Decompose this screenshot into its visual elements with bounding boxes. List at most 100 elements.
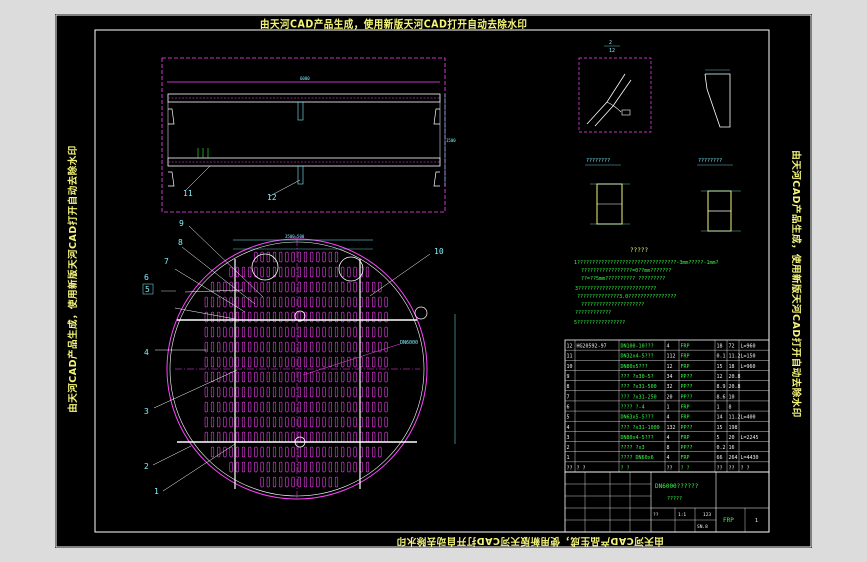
distributor-slot bbox=[260, 386, 264, 398]
table-cell-w2: 72 bbox=[729, 344, 735, 350]
distributor-slot bbox=[365, 281, 370, 293]
table-cell-w2: 8 bbox=[729, 404, 732, 410]
distributor-slot bbox=[372, 446, 376, 458]
distributor-slot bbox=[285, 266, 289, 278]
table-cell-w1: 66 bbox=[717, 455, 723, 461]
distributor-slot bbox=[248, 401, 252, 413]
distributor-slot bbox=[217, 296, 221, 308]
distributor-slot bbox=[217, 386, 221, 398]
distributor-slot bbox=[291, 341, 295, 353]
leader-11 bbox=[185, 165, 211, 191]
distributor-slot bbox=[372, 371, 376, 383]
distributor-slot bbox=[248, 461, 252, 473]
table-cell-no: 4 bbox=[567, 425, 570, 431]
distributor-slot bbox=[272, 476, 277, 488]
distributor-slot bbox=[241, 431, 246, 443]
distributor-slot bbox=[334, 431, 339, 443]
table-cell-no: 3 bbox=[567, 435, 570, 441]
distributor-slot bbox=[341, 401, 345, 413]
distributor-slot bbox=[248, 386, 252, 398]
watermark-right: 由天河CAD产品生成，使用新版天河CAD打开自动去除水印 bbox=[790, 150, 801, 418]
distributor-slot bbox=[248, 371, 252, 383]
sheet-number: 1 bbox=[755, 518, 758, 524]
distributor-slot bbox=[217, 401, 221, 413]
distributor-slot bbox=[254, 341, 258, 353]
plan-view: 3500=500 DN6000 9 8 7 6 5 4 3 2 1 10 bbox=[142, 219, 456, 500]
table-cell-qty: 32 bbox=[667, 384, 673, 390]
distributor-slot bbox=[353, 401, 357, 413]
distributor-slot bbox=[229, 371, 233, 383]
table-cell-name: ??? ?x31-250 bbox=[621, 394, 657, 400]
callout-2: 2 bbox=[144, 462, 149, 471]
table-cell-no: 6 bbox=[567, 404, 570, 410]
left-support-lower bbox=[168, 171, 175, 187]
distributor-slot bbox=[303, 401, 308, 413]
distributor-slot bbox=[378, 371, 382, 383]
table-cell-w2: 16 bbox=[729, 445, 735, 451]
distributor-slot bbox=[204, 401, 208, 413]
distributor-slot bbox=[291, 371, 295, 383]
distributor-slot bbox=[341, 326, 345, 338]
distributor-slot bbox=[372, 296, 376, 308]
distributor-slot bbox=[297, 266, 301, 278]
distributor-slot bbox=[272, 341, 277, 353]
leader-1 bbox=[162, 443, 236, 492]
distributor-slot bbox=[223, 416, 227, 428]
distributor-slot bbox=[353, 371, 357, 383]
elevation-view: 6000 1500 11 12 bbox=[161, 57, 456, 213]
distributor-slot bbox=[260, 341, 264, 353]
detail-a-label: 2 bbox=[609, 40, 612, 46]
distributor-slot bbox=[334, 296, 339, 308]
distributor-slot bbox=[334, 446, 339, 458]
distributor-slot bbox=[279, 461, 283, 473]
distributor-slot bbox=[229, 416, 233, 428]
distributor-slot bbox=[279, 476, 283, 488]
table-cell-note: L=960 bbox=[741, 364, 756, 370]
table-cell-no: 12 bbox=[567, 344, 573, 350]
distributor-slot bbox=[291, 431, 295, 443]
distributor-slot bbox=[310, 446, 314, 458]
distributor-slot bbox=[229, 356, 233, 368]
distributor-slot bbox=[235, 446, 239, 458]
distributor-slot bbox=[316, 386, 320, 398]
distributor-slot bbox=[266, 431, 270, 443]
distributor-slot bbox=[316, 281, 320, 293]
distributor-slot bbox=[322, 356, 326, 368]
distributor-slot bbox=[272, 401, 277, 413]
distributor-slot bbox=[334, 266, 339, 278]
distributor-slot bbox=[248, 296, 252, 308]
distributor-slot bbox=[341, 296, 345, 308]
distributor-slot bbox=[365, 416, 370, 428]
distributor-slot bbox=[316, 401, 320, 413]
table-cell-code: HG20592-97 bbox=[577, 344, 607, 350]
distributor-slot bbox=[328, 326, 332, 338]
table-cell-mat: PP?? bbox=[681, 384, 693, 390]
distributor-slot bbox=[297, 386, 301, 398]
watermark-left: 由天河CAD产品生成，使用新版天河CAD打开自动去除水印 bbox=[68, 145, 79, 413]
distributor-slot bbox=[235, 386, 239, 398]
table-cell-qty: 4 bbox=[667, 455, 670, 461]
distributor-slot bbox=[210, 371, 215, 383]
distributor-slot bbox=[328, 461, 332, 473]
detail-views: 2 12 ???????? ???????? bbox=[578, 40, 741, 232]
distributor-slot bbox=[303, 386, 308, 398]
distributor-slot bbox=[266, 266, 270, 278]
distributor-slot bbox=[210, 446, 215, 458]
distributor-slot bbox=[316, 476, 320, 488]
leader-2 bbox=[152, 445, 192, 466]
overall-dim-text: 6000 bbox=[300, 76, 310, 81]
distributor-slot bbox=[297, 401, 301, 413]
distributor-slot bbox=[310, 431, 314, 443]
table-cell-qty: 12 bbox=[667, 364, 673, 370]
callout-6: 6 bbox=[144, 273, 149, 282]
table-cell-no: 9 bbox=[567, 374, 570, 380]
distributor-slot bbox=[254, 401, 258, 413]
distributor-slot bbox=[235, 371, 239, 383]
distributor-slot bbox=[235, 326, 239, 338]
distributor-slot bbox=[353, 431, 357, 443]
table-cell-mat: FRP bbox=[681, 435, 690, 441]
distributor-slot bbox=[310, 461, 314, 473]
distributor-slot bbox=[235, 416, 239, 428]
table-cell-qty: 1 bbox=[667, 404, 670, 410]
table-cell-name: ???? ?-4 bbox=[621, 404, 645, 410]
